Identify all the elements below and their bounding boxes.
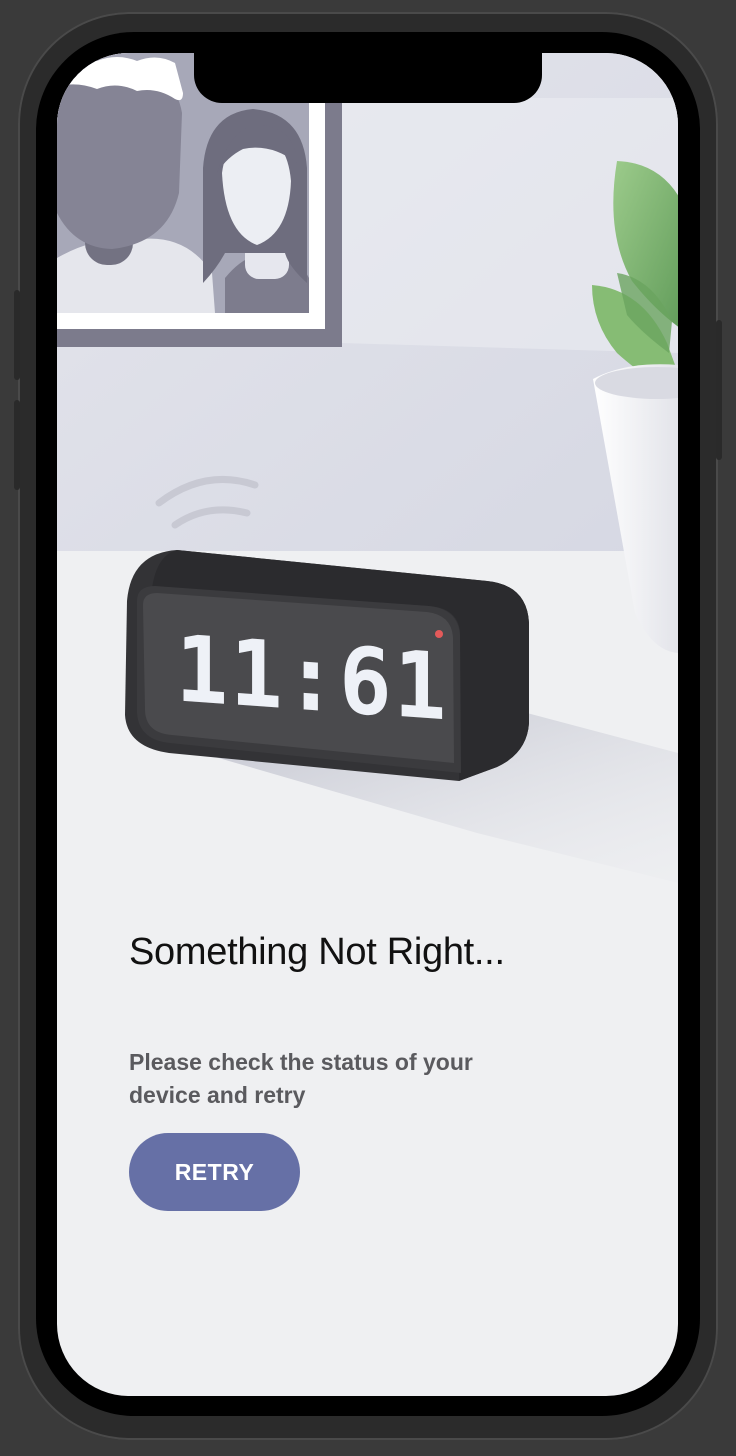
side-button [14,400,20,490]
device-offline-illustration [57,53,678,903]
retry-button[interactable]: RETRY [129,1133,300,1211]
screen-notch [194,53,542,103]
clock-display: 11:61 [175,615,449,742]
side-button [14,290,20,380]
error-message: Please check the status of your device a… [129,1049,473,1108]
side-button [716,320,722,460]
error-title: Something Not Right... [129,931,505,973]
app-screen: 11:61 Something Not Right... Please chec… [57,53,678,1396]
